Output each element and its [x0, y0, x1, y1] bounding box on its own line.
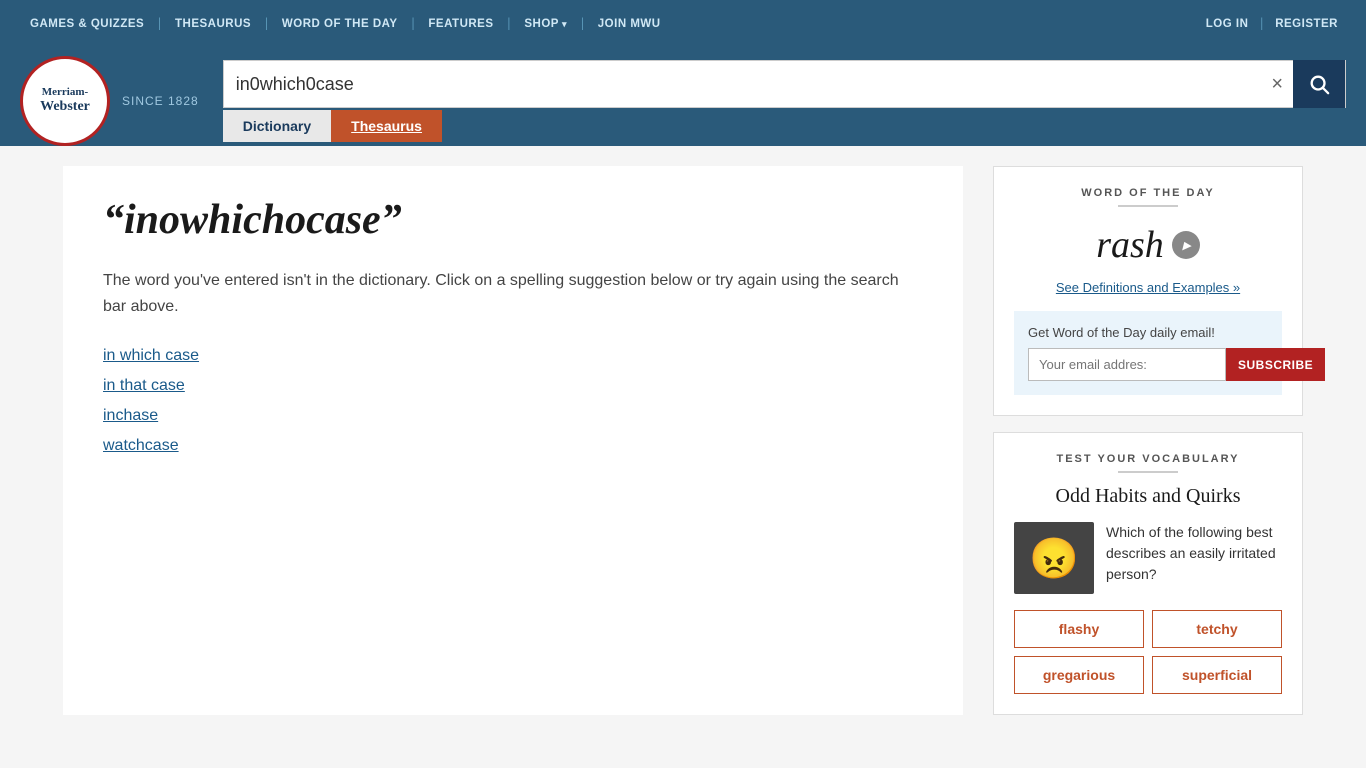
logo-webster: Webster [40, 99, 90, 116]
search-submit-button[interactable] [1293, 60, 1345, 108]
page-body: “inowhichocase” The word you've entered … [43, 146, 1323, 735]
wotd-card: WORD OF THE DAY rash See Definitions and… [993, 166, 1303, 416]
nav-divider-5: | [581, 16, 584, 32]
vocab-card: TEST YOUR VOCABULARY Odd Habits and Quir… [993, 432, 1303, 715]
nav-divider-1: | [158, 16, 161, 32]
wotd-divider [1118, 205, 1178, 207]
since-text: SINCE 1828 [122, 94, 199, 108]
login-link[interactable]: LOG IN [1198, 18, 1257, 30]
audio-play-button[interactable] [1172, 231, 1200, 259]
nav-features[interactable]: FEATURES [418, 18, 503, 30]
logo-merriam: Merriam- [42, 86, 88, 99]
header-main: Merriam- Webster SINCE 1828 × Dictionary… [0, 48, 1366, 146]
top-navigation: GAMES & QUIZZES | THESAURUS | WORD OF TH… [0, 0, 1366, 48]
vocab-option-gregarious[interactable]: gregarious [1014, 656, 1144, 694]
nav-divider-3: | [412, 16, 415, 32]
vocab-question: Which of the following best describes an… [1106, 522, 1282, 585]
wotd-email-section: Get Word of the Day daily email! SUBSCRI… [1014, 311, 1282, 395]
tab-thesaurus[interactable]: Thesaurus [331, 110, 442, 142]
email-input[interactable] [1028, 348, 1226, 381]
wotd-label: WORD OF THE DAY [1014, 187, 1282, 199]
auth-links: LOG IN | REGISTER [1198, 16, 1346, 32]
vocab-option-superficial[interactable]: superficial [1152, 656, 1282, 694]
wotd-word: rash [1014, 223, 1282, 267]
page-title: “inowhichocase” [103, 196, 923, 244]
vocab-title: Odd Habits and Quirks [1014, 485, 1282, 508]
not-found-message: The word you've entered isn't in the dic… [103, 268, 923, 319]
search-area: × Dictionary Thesaurus [223, 60, 1346, 142]
logo-area: Merriam- Webster SINCE 1828 [20, 56, 199, 146]
vocab-divider [1118, 471, 1178, 473]
nav-thesaurus[interactable]: THESAURUS [165, 18, 261, 30]
auth-divider: | [1260, 16, 1263, 32]
nav-divider-4: | [508, 16, 511, 32]
search-icon [1308, 73, 1330, 95]
wotd-word-text: rash [1096, 223, 1164, 267]
vocab-question-row: 😠 Which of the following best describes … [1014, 522, 1282, 594]
suggestion-in-that-case[interactable]: in that case [103, 377, 923, 395]
search-clear-button[interactable]: × [1261, 74, 1293, 94]
vocab-option-tetchy[interactable]: tetchy [1152, 610, 1282, 648]
logo[interactable]: Merriam- Webster [20, 56, 110, 146]
vocab-options: flashy tetchy gregarious superficial [1014, 610, 1282, 694]
search-tabs: Dictionary Thesaurus [223, 110, 1346, 142]
suggestion-in-which-case[interactable]: in which case [103, 347, 923, 365]
suggestion-watchcase[interactable]: watchcase [103, 437, 923, 455]
vocab-emoji: 😠 [1029, 535, 1079, 582]
suggestion-inchase[interactable]: inchase [103, 407, 923, 425]
chevron-down-icon: ▾ [562, 19, 567, 30]
nav-games-quizzes[interactable]: GAMES & QUIZZES [20, 18, 154, 30]
vocab-image: 😠 [1014, 522, 1094, 594]
nav-join-mwu[interactable]: JOIN MWU [588, 18, 671, 30]
search-input[interactable] [224, 74, 1262, 95]
tab-dictionary[interactable]: Dictionary [223, 110, 331, 142]
sidebar: WORD OF THE DAY rash See Definitions and… [993, 166, 1303, 715]
search-bar: × [223, 60, 1346, 108]
nav-divider-2: | [265, 16, 268, 32]
vocab-option-flashy[interactable]: flashy [1014, 610, 1144, 648]
wotd-email-label: Get Word of the Day daily email! [1028, 325, 1268, 340]
main-content: “inowhichocase” The word you've entered … [63, 166, 963, 715]
register-link[interactable]: REGISTER [1267, 18, 1346, 30]
email-row: SUBSCRIBE [1028, 348, 1268, 381]
nav-word-of-day[interactable]: WORD OF THE DAY [272, 18, 408, 30]
wotd-see-definitions-link[interactable]: See Definitions and Examples » [1056, 280, 1240, 295]
vocab-section-label: TEST YOUR VOCABULARY [1014, 453, 1282, 465]
nav-shop[interactable]: SHOP ▾ [514, 18, 577, 30]
subscribe-button[interactable]: SUBSCRIBE [1226, 348, 1325, 381]
nav-links: GAMES & QUIZZES | THESAURUS | WORD OF TH… [20, 16, 1198, 32]
